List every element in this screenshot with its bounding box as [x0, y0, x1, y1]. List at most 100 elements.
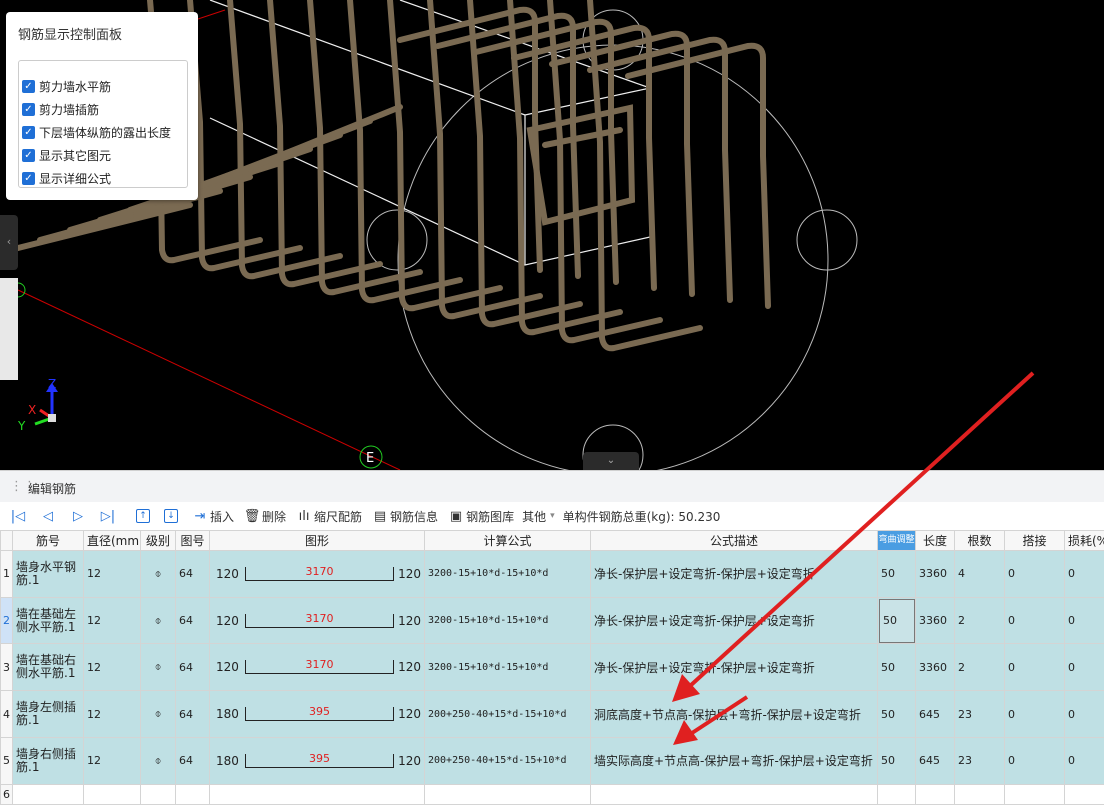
formula-description-cell[interactable]: 洞底高度+节点高-保护层+弯折-保护层+设定弯折: [590, 690, 878, 738]
empty-cell[interactable]: [140, 783, 176, 805]
empty-cell[interactable]: [590, 783, 878, 805]
diameter-cell[interactable]: 12: [83, 643, 141, 692]
bend-cell[interactable]: 50: [877, 736, 916, 785]
bar-name-cell[interactable]: 墙身水平钢筋.1: [12, 550, 84, 598]
loss-cell[interactable]: 0: [1064, 596, 1104, 645]
empty-cell[interactable]: [12, 783, 84, 805]
diameter-cell[interactable]: 12: [83, 736, 141, 785]
option-show-detailed-formula[interactable]: ✓ 显示详细公式: [22, 169, 111, 187]
grade-cell[interactable]: ⌽: [140, 736, 176, 785]
lap-cell[interactable]: 0: [1004, 690, 1065, 738]
bend-cell[interactable]: 50: [877, 690, 916, 738]
bar-name-cell[interactable]: 墙身左侧插筋.1: [12, 690, 84, 738]
empty-cell[interactable]: [209, 783, 425, 805]
grade-cell[interactable]: ⌽: [140, 690, 176, 738]
header-grade[interactable]: 级别: [140, 530, 176, 551]
formula-cell[interactable]: 3200-15+10*d-15+10*d: [424, 643, 591, 692]
length-cell[interactable]: 3360: [915, 596, 955, 645]
grade-cell[interactable]: ⌽: [140, 596, 176, 645]
count-cell[interactable]: 23: [954, 690, 1005, 738]
formula-cell[interactable]: 200+250-40+15*d-15+10*d: [424, 690, 591, 738]
length-cell[interactable]: 645: [915, 736, 955, 785]
bottom-collapse-tab[interactable]: ⌄: [583, 452, 639, 470]
move-up-icon[interactable]: ↑: [136, 509, 150, 523]
formula-description-cell[interactable]: 净长-保护层+设定弯折-保护层+设定弯折: [590, 596, 878, 645]
figure-number-cell[interactable]: 64: [175, 690, 210, 738]
table-row[interactable]: 5 墙身右侧插筋.1 12 ⌽ 64 180 395 120 200+250-40+15*d-1…: [0, 736, 1104, 785]
delete-button[interactable]: 🗑 删除: [242, 508, 286, 525]
empty-cell[interactable]: [954, 783, 1005, 805]
empty-cell[interactable]: [1064, 783, 1104, 805]
checkbox-checked-icon[interactable]: ✓: [22, 171, 35, 185]
lap-cell[interactable]: 0: [1004, 596, 1065, 645]
grade-cell[interactable]: ⌽: [140, 550, 176, 598]
header-diameter[interactable]: 直径(mm): [83, 530, 141, 551]
lap-cell[interactable]: 0: [1004, 643, 1065, 692]
header-bend-adjust[interactable]: 弯曲调整: [877, 530, 916, 551]
header-bar-number[interactable]: 筋号: [12, 530, 84, 551]
bend-cell[interactable]: 50: [877, 596, 916, 645]
scale-rebar-button[interactable]: ılı 缩尺配筋: [294, 508, 362, 525]
figure-number-cell[interactable]: 64: [175, 736, 210, 785]
table-row[interactable]: 2 墙在基础左侧水平筋.1 12 ⌽ 64 120 3170 120 3200-15+10*d-…: [0, 596, 1104, 645]
rebar-library-button[interactable]: ▣ 钢筋图库: [446, 508, 514, 525]
header-figure-number[interactable]: 图号: [175, 530, 210, 551]
checkbox-checked-icon[interactable]: ✓: [22, 148, 35, 162]
bar-name-cell[interactable]: 墙身右侧插筋.1: [12, 736, 84, 785]
length-cell[interactable]: 3360: [915, 550, 955, 598]
table-row-empty[interactable]: 6: [0, 783, 1104, 805]
side-collapse-tab[interactable]: ‹: [0, 215, 18, 270]
length-cell[interactable]: 3360: [915, 643, 955, 692]
option-wall-dowel-rebar[interactable]: ✓ 剪力墙插筋: [22, 100, 99, 118]
empty-cell[interactable]: [1004, 783, 1065, 805]
formula-cell[interactable]: 3200-15+10*d-15+10*d: [424, 550, 591, 598]
figure-number-cell[interactable]: 64: [175, 596, 210, 645]
insert-button[interactable]: ⇥ 插入: [190, 508, 234, 525]
loss-cell[interactable]: 0: [1064, 643, 1104, 692]
shape-cell[interactable]: 120 3170 120: [209, 550, 425, 598]
count-cell[interactable]: 23: [954, 736, 1005, 785]
empty-cell[interactable]: [83, 783, 141, 805]
first-record-icon[interactable]: |◁: [8, 509, 28, 524]
bar-name-cell[interactable]: 墙在基础左侧水平筋.1: [12, 596, 84, 645]
formula-cell[interactable]: 3200-15+10*d-15+10*d: [424, 596, 591, 645]
table-row[interactable]: 3 墙在基础右侧水平筋.1 12 ⌽ 64 120 3170 120 3200-15+10*d-…: [0, 643, 1104, 692]
header-loss[interactable]: 损耗(%: [1064, 530, 1104, 551]
other-dropdown[interactable]: 其他 ▾: [522, 508, 555, 525]
formula-cell[interactable]: 200+250-40+15*d-15+10*d: [424, 736, 591, 785]
shape-cell[interactable]: 180 395 120: [209, 690, 425, 738]
empty-cell[interactable]: [877, 783, 916, 805]
bend-cell[interactable]: 50: [877, 550, 916, 598]
3d-viewport[interactable]: E Z X Y 钢筋显示控制面板 ✓ 剪力墙水平筋 ✓ 剪力墙插筋 ✓ 下层墙体纵筋的…: [0, 0, 1104, 470]
lap-cell[interactable]: 0: [1004, 550, 1065, 598]
table-row[interactable]: 1 墙身水平钢筋.1 12 ⌽ 64 120 3170 120 3200-15+10*d-15+…: [0, 550, 1104, 598]
figure-number-cell[interactable]: 64: [175, 643, 210, 692]
empty-cell[interactable]: [915, 783, 955, 805]
last-record-icon[interactable]: ▷|: [98, 509, 118, 524]
shape-cell[interactable]: 180 395 120: [209, 736, 425, 785]
checkbox-checked-icon[interactable]: ✓: [22, 79, 35, 93]
loss-cell[interactable]: 0: [1064, 736, 1104, 785]
move-down-icon[interactable]: ↓: [164, 509, 178, 523]
table-row[interactable]: 4 墙身左侧插筋.1 12 ⌽ 64 180 395 120 200+250-40+15*d-1…: [0, 690, 1104, 738]
row-number[interactable]: 4: [0, 690, 13, 738]
lap-cell[interactable]: 0: [1004, 736, 1065, 785]
shape-cell[interactable]: 120 3170 120: [209, 596, 425, 645]
formula-description-cell[interactable]: 净长-保护层+设定弯折-保护层+设定弯折: [590, 643, 878, 692]
header-lap[interactable]: 搭接: [1004, 530, 1065, 551]
checkbox-checked-icon[interactable]: ✓: [22, 102, 35, 116]
bend-edit-input[interactable]: 50: [879, 598, 915, 643]
row-number[interactable]: 6: [0, 783, 13, 805]
bar-name-cell[interactable]: 墙在基础右侧水平筋.1: [12, 643, 84, 692]
loss-cell[interactable]: 0: [1064, 550, 1104, 598]
diameter-cell[interactable]: 12: [83, 550, 141, 598]
empty-cell[interactable]: [175, 783, 210, 805]
length-cell[interactable]: 645: [915, 690, 955, 738]
grade-cell[interactable]: ⌽: [140, 643, 176, 692]
count-cell[interactable]: 2: [954, 596, 1005, 645]
count-cell[interactable]: 4: [954, 550, 1005, 598]
shape-cell[interactable]: 120 3170 120: [209, 643, 425, 692]
option-lower-wall-exposed-length[interactable]: ✓ 下层墙体纵筋的露出长度: [22, 123, 171, 141]
header-count[interactable]: 根数: [954, 530, 1005, 551]
header-shape[interactable]: 图形: [209, 530, 425, 551]
